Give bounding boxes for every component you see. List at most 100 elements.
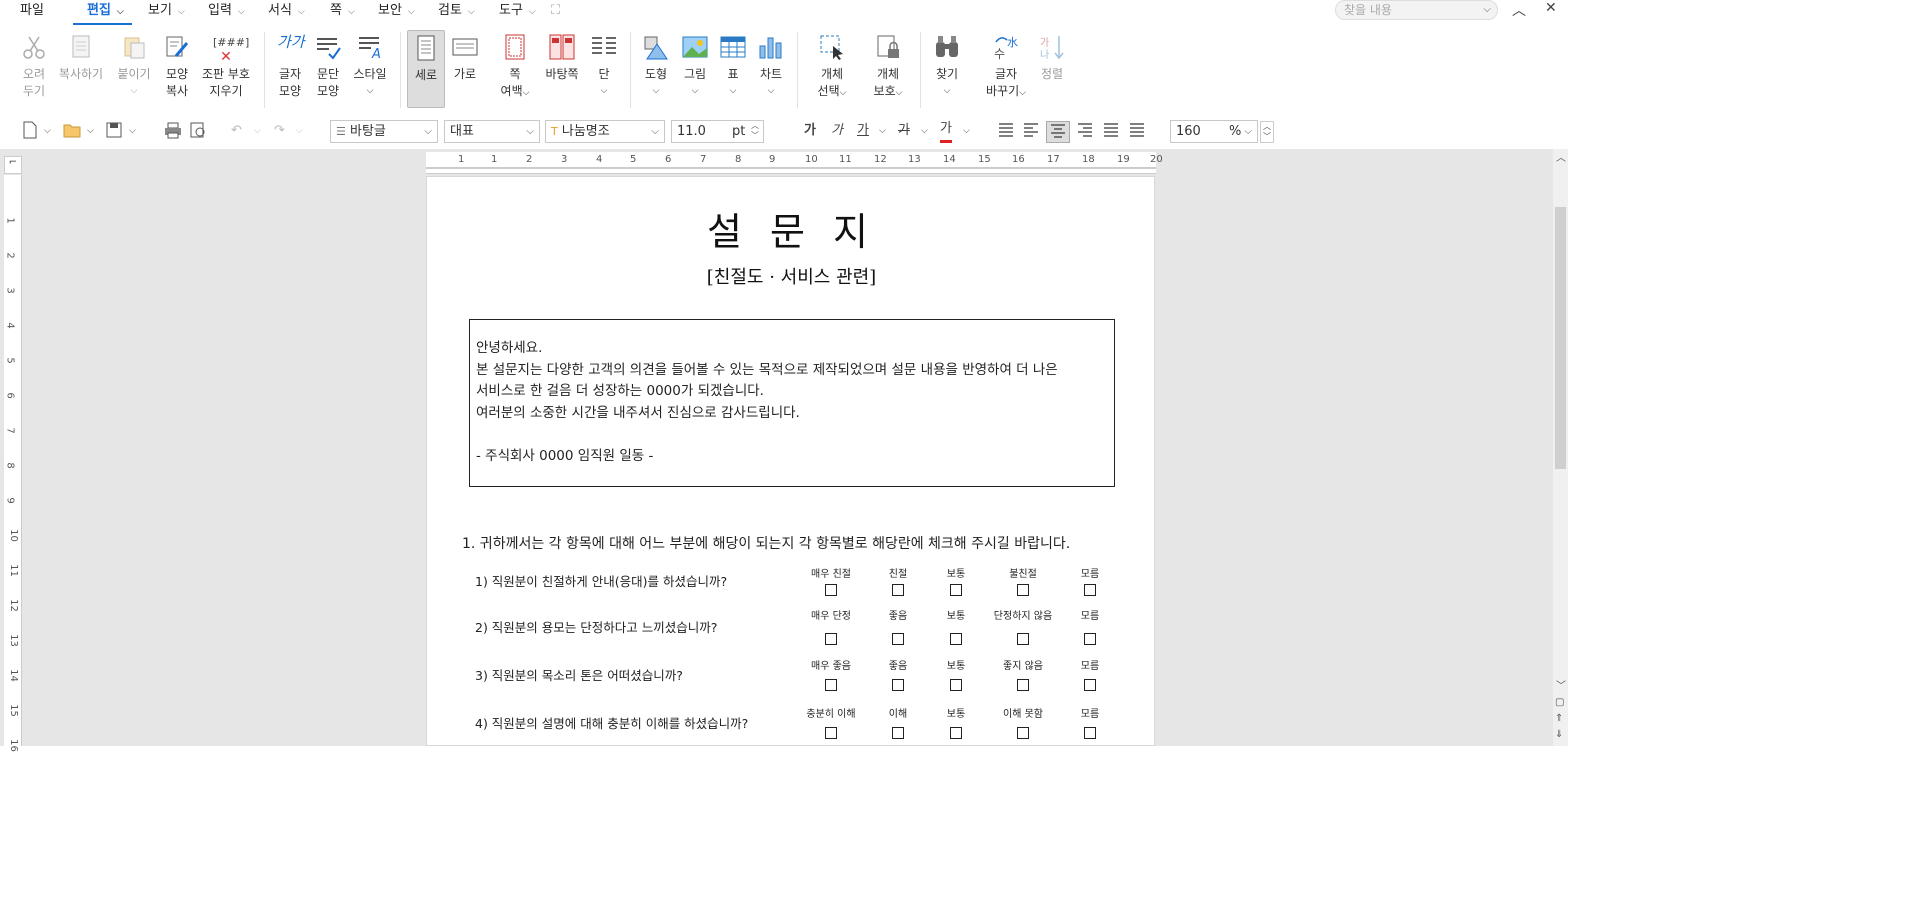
replace-char-button[interactable]: 水수 글자 바꾸기⌵ [984,34,1028,102]
option-checkbox[interactable] [1084,679,1096,691]
menu-tab-format[interactable]: 서식 ⌵ [268,2,305,22]
print-preview-icon[interactable] [189,121,207,143]
new-document-icon[interactable] [22,121,38,143]
table-button[interactable]: 표 ⌵ [719,34,747,100]
option-checkbox[interactable] [1017,633,1029,645]
chevron-down-icon[interactable]: ⌵ [129,121,136,143]
style-button[interactable]: A 스타일 ⌵ [352,34,388,100]
page-margin-button[interactable]: 쪽 여백⌵ [496,34,534,102]
spin-icon[interactable]: ︿ ﹀ [751,121,759,141]
chevron-down-icon[interactable]: ⌵ [921,121,928,143]
scroll-down-icon[interactable]: ﹀ [1556,677,1566,692]
shape-button[interactable]: 도형 ⌵ [642,34,670,100]
menu-tab-page[interactable]: 쪽 ⌵ [330,2,355,22]
close-icon[interactable]: ✕ [1545,0,1557,16]
sort-button[interactable]: 가나 정렬 [1038,34,1066,83]
person-icon[interactable]: ⛶ [551,2,560,22]
save-icon[interactable] [106,121,122,143]
document-page[interactable]: 설 문 지 [친절도 · 서비스 관련] 안녕하세요. 본 설문지는 다양한 고… [426,176,1155,746]
paste-button[interactable]: 붙이기 ⌵ [115,34,153,100]
prev-page-icon[interactable]: ⇑ [1555,713,1563,724]
scrollbar-thumb[interactable] [1555,207,1566,469]
font-size-field[interactable]: 11.0 pt ︿ ﹀ [671,120,764,143]
zoom-field[interactable]: 160% ⌵ [1170,120,1258,143]
menu-tab-tools[interactable]: 도구 ⌵ [499,2,536,22]
para-shape-button[interactable]: 문단 모양 [314,34,342,100]
justify-icon[interactable] [998,121,1014,143]
option-checkbox[interactable] [1084,727,1096,739]
menu-tab-edit[interactable]: 편집 ⌵ [73,2,132,25]
option-checkbox[interactable] [1017,727,1029,739]
menu-tab-review[interactable]: 검토 ⌵ [438,2,475,22]
object-protect-button[interactable]: 개체 보호⌵ [868,34,908,102]
option-checkbox[interactable] [950,584,962,596]
align-left-icon[interactable] [1023,121,1039,143]
chevron-down-icon[interactable]: ⌵ [44,121,51,143]
find-button[interactable]: 찾기 ⌵ [933,34,961,100]
collapse-ribbon-icon[interactable]: ︿ [1512,0,1526,20]
menu-file[interactable]: 파일 [20,2,44,22]
option-checkbox[interactable] [892,584,904,596]
chevron-down-icon[interactable]: ⌵ [296,121,303,143]
char-shape-button[interactable]: 가가 글자 모양 [276,34,305,100]
print-icon[interactable] [164,121,182,143]
option-checkbox[interactable] [950,679,962,691]
ruler-corner-icon[interactable]: ⌐ [4,156,22,174]
language-select[interactable]: 대표 ⌵ [444,120,540,143]
redo-icon[interactable]: ↷ [274,121,285,143]
option-checkbox[interactable] [1017,584,1029,596]
underline-button[interactable]: 가 [857,121,869,143]
option-checkbox[interactable] [825,727,837,739]
master-page-button[interactable]: 바탕쪽 [544,34,580,83]
picture-button[interactable]: 그림 ⌵ [681,34,709,100]
align-center-icon[interactable] [1046,121,1070,143]
chevron-down-icon[interactable]: ⌵ [963,121,970,143]
clear-codes-button[interactable]: [###] ✕ 조판 부호 지우기 [200,34,252,100]
portrait-button[interactable]: 세로 [407,30,445,108]
copy-button[interactable]: 복사하기 [57,34,105,83]
next-page-icon[interactable]: ⇓ [1555,729,1563,740]
option-checkbox[interactable] [825,633,837,645]
page-view-icon[interactable]: ▢ [1555,697,1564,708]
undo-icon[interactable]: ↶ [231,121,242,143]
font-select[interactable]: T 나눔명조 ⌵ [545,120,665,143]
columns-button[interactable]: 단 ⌵ [590,34,618,100]
style-select[interactable]: ☰ 바탕글 ⌵ [330,120,438,143]
object-select-button[interactable]: 개체 선택⌵ [812,34,852,102]
chevron-down-icon[interactable]: ⌵ [879,121,886,143]
bold-button[interactable]: 가 [804,121,816,143]
cut-button[interactable]: 오려 두기 [20,34,48,100]
open-folder-icon[interactable] [63,121,81,143]
option-checkbox[interactable] [1084,633,1096,645]
option-checkbox[interactable] [892,633,904,645]
menu-tab-security[interactable]: 보안 ⌵ [378,2,415,22]
option-checkbox[interactable] [825,679,837,691]
option-checkbox[interactable] [825,584,837,596]
horizontal-ruler[interactable]: 1 1 2 3 4 5 6 7 8 9 10 11 12 13 14 15 16 17 18 19 20 [426,152,1163,174]
chevron-down-icon[interactable]: ⌵ [1483,1,1491,19]
chevron-down-icon[interactable]: ⌵ [254,121,261,143]
option-checkbox[interactable] [892,679,904,691]
option-checkbox[interactable] [1084,584,1096,596]
strikethrough-button[interactable]: 가 [898,121,910,143]
vertical-scrollbar[interactable]: ︿ ﹀ ▢ ⇑ ⇓ [1553,149,1568,746]
font-color-button[interactable]: 가 [940,121,952,143]
zoom-spin-icon[interactable]: ︿ ﹀ [1260,121,1274,143]
italic-button[interactable]: 가 [831,121,843,143]
find-input[interactable]: 찾을 내용 ⌵ [1335,0,1498,20]
distribute-icon[interactable] [1103,121,1119,143]
chevron-down-icon[interactable]: ⌵ [87,121,94,143]
split-distribute-icon[interactable] [1129,121,1145,143]
scroll-up-icon[interactable]: ︿ [1556,149,1566,164]
option-checkbox[interactable] [950,633,962,645]
option-checkbox[interactable] [892,727,904,739]
align-right-icon[interactable] [1077,121,1093,143]
chart-button[interactable]: 차트 ⌵ [757,34,785,100]
format-copy-button[interactable]: 모양 복사 [163,34,191,100]
menu-tab-view[interactable]: 보기 ⌵ [148,2,185,22]
option-checkbox[interactable] [950,727,962,739]
menu-tab-insert[interactable]: 입력 ⌵ [208,2,245,22]
vertical-ruler[interactable]: 1 2 3 4 5 6 7 8 9 10 11 12 13 14 15 16 [4,175,22,752]
option-checkbox[interactable] [1017,679,1029,691]
landscape-button[interactable]: 가로 [451,34,479,83]
